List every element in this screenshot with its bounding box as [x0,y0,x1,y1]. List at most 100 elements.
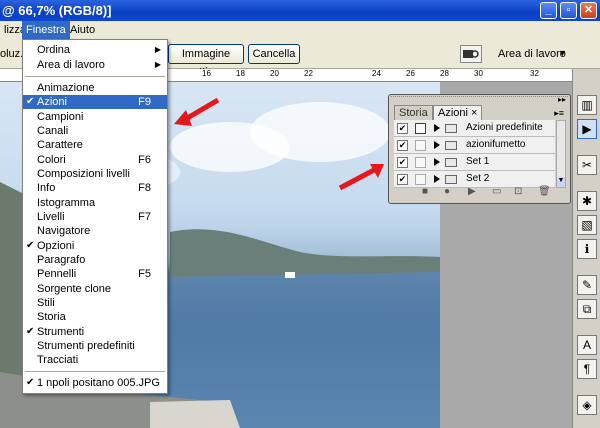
right-panel-dock: ▥ ▶ ✂ ✱ ▧ ℹ ✎ ⧉ A ¶ ◈ [572,69,600,428]
new-set-icon[interactable]: ▭ [492,186,501,197]
annotation-arrow-icon [174,97,220,126]
title-bar: @ 66,7% (RGB/8)] _ ▫ ✕ [0,0,600,21]
menu-item-label: Strumenti [37,326,85,338]
menu-separator [25,371,165,372]
chevron-down-icon[interactable]: ▼ [558,48,567,58]
navigator-icon[interactable]: ✱ [577,191,597,211]
panel-footer: ■ ● ▶ ▭ ⊡ 🗑 [394,185,567,199]
action-row[interactable]: ✔ Azioni predefinite [394,120,555,137]
toggle-checkbox[interactable]: ✔ [397,123,408,134]
menu-item-label: Opzioni [37,240,75,252]
expand-arrow-icon[interactable] [434,124,440,132]
menu-item-composizioni-livelli[interactable]: Composizioni livelli [23,167,167,181]
menu-item-recent-document[interactable]: ✔ 1 npoli positano 005.JPG [23,376,167,390]
history-icon[interactable]: ▥ [577,95,597,115]
layers-icon[interactable]: ◈ [577,395,597,415]
menu-item-strumenti[interactable]: ✔ Strumenti [23,325,167,339]
close-tab-icon[interactable]: × [471,107,477,119]
menu-item-label: Livelli [37,211,65,223]
menu-item-label: Paragrafo [37,254,86,266]
menu-item-label: Ordina [37,44,71,56]
stop-icon[interactable]: ■ [422,186,428,197]
panel-scrollbar[interactable]: ▼ [556,120,566,188]
expand-arrow-icon[interactable] [434,158,440,166]
action-row[interactable]: ✔ azionifumetto [394,137,555,154]
menu-item-opzioni[interactable]: ✔ Opzioni [23,239,167,253]
play-icon[interactable]: ▶ [468,186,476,197]
toggle-checkbox[interactable]: ✔ [397,174,408,185]
action-row[interactable]: ✔ Set 1 [394,154,555,171]
panel-menu-icon[interactable]: ▸≡ [554,108,564,119]
panel-grip[interactable] [391,96,568,103]
dialog-toggle-icon[interactable] [415,174,426,185]
menu-item-istogramma[interactable]: Istogramma [23,196,167,210]
menu-item-label: Pennelli [37,268,77,280]
menu-item-label: Colori [37,154,66,166]
record-icon[interactable]: ● [444,186,450,197]
actions-panel: ▸▸ Storia Azioni × ▸≡ ✔ Azioni predefini… [388,94,571,204]
tab-azioni[interactable]: Azioni × [433,105,483,120]
menu-item-stili[interactable]: Stili [23,296,167,310]
histogram-icon[interactable]: ▧ [577,215,597,235]
menu-item-strumenti-predefiniti[interactable]: Strumenti predefiniti [23,339,167,353]
ruler-label: 26 [406,69,415,78]
menu-item-colori[interactable]: Colori F6 [23,153,167,167]
close-button[interactable]: ✕ [580,2,597,19]
folder-icon [445,175,457,184]
shortcut-label: F9 [138,96,151,108]
menu-item-azioni[interactable]: ✔ Azioni F9 [23,95,167,109]
menu-item-sorgente-clone[interactable]: Sorgente clone [23,282,167,296]
menu-item-storia[interactable]: Storia [23,310,167,324]
menu-item-info[interactable]: Info F8 [23,181,167,195]
minimize-button[interactable]: _ [540,2,557,19]
action-set-name: azionifumetto [466,139,526,150]
dialog-toggle-icon[interactable] [415,140,426,151]
tab-storia[interactable]: Storia [394,105,433,120]
menu-item-navigatore[interactable]: Navigatore [23,224,167,238]
menu-item-paragrafo[interactable]: Paragrafo [23,253,167,267]
new-action-icon[interactable]: ⊡ [514,186,522,197]
character-icon[interactable]: A [577,335,597,355]
active-image-button[interactable]: Immagine attiva [168,44,244,78]
ruler-label: 22 [304,69,313,78]
tools-icon[interactable]: ✂ [577,155,597,175]
menu-item-animazione[interactable]: Animazione [23,81,167,95]
workspace-label[interactable]: Area di lavoro [498,48,566,60]
menu-item-label: Composizioni livelli [37,168,130,180]
menu-item-pennelli[interactable]: Pennelli F5 [23,267,167,281]
menu-item-livelli[interactable]: Livelli F7 [23,210,167,224]
finestra-menu: Ordina ▶ Area di lavoro ▶ Animazione ✔ Azio… [22,39,168,394]
collapse-icon[interactable]: ▸▸ [558,95,566,104]
menu-item-campioni[interactable]: Campioni [23,110,167,124]
menu-item-carattere[interactable]: Carattere [23,138,167,152]
restore-button[interactable]: ▫ [560,2,577,19]
toggle-checkbox[interactable]: ✔ [397,140,408,151]
toggle-checkbox[interactable]: ✔ [397,157,408,168]
menu-item-area-di-lavoro[interactable]: Area di lavoro ▶ [23,58,167,72]
menu-item-canali[interactable]: Canali [23,124,167,138]
menu-item-label: Storia [37,311,66,323]
check-icon: ✔ [26,96,35,107]
folder-icon [445,124,457,133]
action-set-name: Set 2 [466,173,490,184]
dialog-toggle-icon[interactable] [415,123,426,134]
menu-item-tracciati[interactable]: Tracciati [23,353,167,367]
menu-item-ordina[interactable]: Ordina ▶ [23,43,167,57]
cancel-button[interactable]: Cancella [248,44,300,64]
ruler-label: 20 [270,69,279,78]
menu-aiuto[interactable]: Aiuto [66,21,99,39]
clone-source-icon[interactable]: ⧉ [577,299,597,319]
paragraph-icon[interactable]: ¶ [577,359,597,379]
action-set-name: Set 1 [466,156,490,167]
expand-arrow-icon[interactable] [434,175,440,183]
dialog-toggle-icon[interactable] [415,157,426,168]
menu-finestra[interactable]: Finestra [22,21,70,39]
file-browser-icon[interactable] [460,45,482,63]
brush-icon[interactable]: ✎ [577,275,597,295]
info-icon[interactable]: ℹ [577,239,597,259]
expand-arrow-icon[interactable] [434,141,440,149]
menu-item-label: Campioni [37,111,84,123]
actions-icon[interactable]: ▶ [577,119,597,139]
trash-icon[interactable]: 🗑 [538,186,551,197]
menu-item-label: Animazione [37,82,95,94]
